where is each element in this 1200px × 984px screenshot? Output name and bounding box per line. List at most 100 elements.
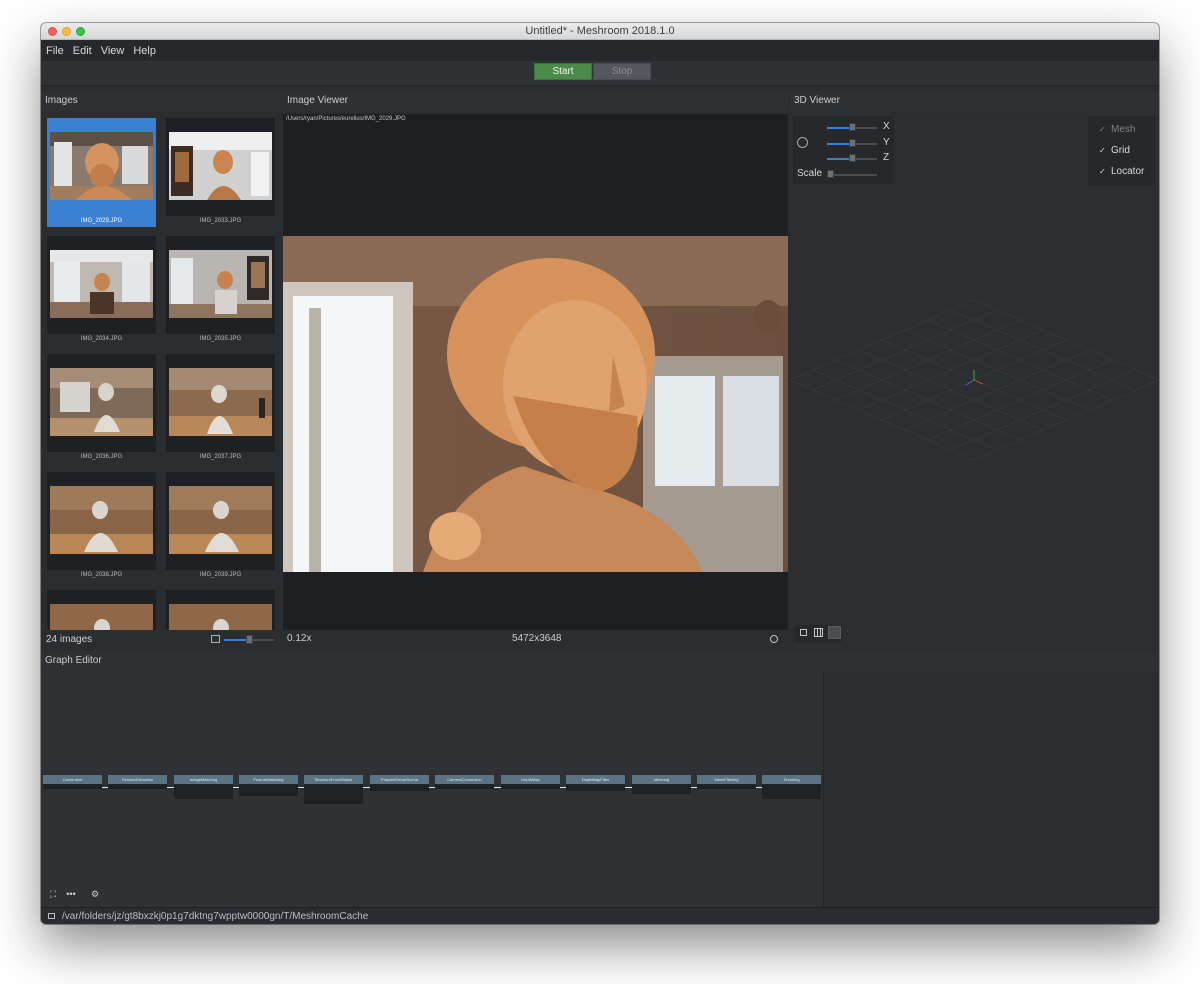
node-body	[370, 784, 429, 791]
node-body	[43, 784, 102, 789]
menu-view[interactable]: View	[101, 45, 125, 57]
image-viewer-title: Image Viewer	[283, 91, 788, 111]
thumbnail-item[interactable]: IMG_2035.JPG	[166, 236, 275, 345]
z-axis-label: Z	[883, 152, 890, 163]
locator-check-icon: ✓	[1099, 167, 1106, 176]
thumbnail-size-slider[interactable]	[224, 635, 274, 644]
y-slider-knob[interactable]	[849, 139, 856, 147]
scale-label: Scale	[797, 168, 823, 179]
thumbnail-item[interactable]: IMG_2029.JPG	[47, 118, 156, 227]
thumbnail-item[interactable]: IMG_2039.JPG	[166, 472, 275, 581]
graph-editor-title: Graph Editor	[41, 651, 1159, 671]
minimize-window-button[interactable]	[62, 27, 71, 36]
viewer-image	[283, 236, 788, 572]
app-window: Untitled* - Meshroom 2018.1.0 File Edit …	[41, 23, 1159, 924]
stop-button[interactable]: Stop	[593, 63, 651, 80]
node-title: CameraInit	[43, 775, 102, 784]
node-body	[501, 784, 560, 789]
info-icon[interactable]	[770, 635, 778, 643]
menu-edit[interactable]: Edit	[73, 45, 92, 57]
node-title: FeatureExtraction	[108, 775, 167, 784]
more-options-icon[interactable]: •••	[63, 887, 79, 901]
node-title: Texturing	[762, 775, 821, 784]
thumbnail-label: IMG_2029.JPG	[47, 216, 156, 227]
node-title: StructureFromMotion	[304, 775, 363, 784]
node-body	[566, 784, 625, 791]
node-title: PrepareDenseScene	[370, 775, 429, 784]
graph-node[interactable]: Meshing	[632, 775, 691, 794]
graph-node[interactable]: DepthMapFilter	[566, 775, 625, 791]
folder-icon[interactable]	[48, 913, 55, 919]
graph-node[interactable]: PrepareDenseScene	[370, 775, 429, 791]
wireframe-mode-icon[interactable]	[814, 628, 823, 637]
graph-node[interactable]: FeatureMatching	[239, 775, 298, 796]
graph-node[interactable]: CameraConnection	[435, 775, 494, 789]
node-title: ImageMatching	[174, 775, 233, 784]
grid-toggle[interactable]: ✓ Grid	[1088, 141, 1155, 161]
thumbnail-item[interactable]: IMG_2033.JPG	[166, 118, 275, 227]
image-viewer-canvas[interactable]: /Users/ryan/Pictures/eurelius/IMG_2029.J…	[283, 114, 788, 630]
node-body	[632, 784, 691, 794]
graph-node[interactable]: FeatureExtraction	[108, 775, 167, 789]
close-window-button[interactable]	[48, 27, 57, 36]
3d-grid	[790, 299, 1159, 461]
thumbnail-image	[50, 132, 153, 200]
thumbnail-image	[169, 486, 272, 554]
images-footer: 24 images	[41, 631, 282, 648]
z-slider-knob[interactable]	[849, 154, 856, 162]
image-viewer-panel: Image Viewer /Users/ryan/Pictures/eureli…	[283, 91, 788, 648]
thumbnail-item[interactable]: IMG_2034.JPG	[47, 236, 156, 345]
images-panel-title: Images	[41, 91, 282, 111]
thumbnail-image	[169, 368, 272, 436]
node-body	[697, 784, 756, 789]
node-title: Meshing	[632, 775, 691, 784]
locator-toggle-label: Locator	[1111, 166, 1145, 177]
graph-editor-canvas[interactable]: CameraInit FeatureExtraction ImageMatchi…	[41, 671, 823, 907]
thumbnail-label: IMG_2033.JPG	[199, 218, 242, 224]
thumbnail-label: IMG_2036.JPG	[80, 454, 123, 460]
graph-node[interactable]: MeshFiltering	[697, 775, 756, 789]
node-title: CameraConnection	[435, 775, 494, 784]
scale-slider-knob[interactable]	[827, 170, 834, 178]
gear-icon[interactable]: ⚙	[87, 887, 103, 901]
image-path: /Users/ryan/Pictures/eurelius/IMG_2029.J…	[286, 116, 406, 122]
locator-toggle[interactable]: ✓ Locator	[1088, 162, 1155, 182]
graph-node[interactable]: DepthMap	[501, 775, 560, 789]
x-slider-knob[interactable]	[849, 123, 856, 131]
menu-file[interactable]: File	[46, 45, 64, 57]
maximize-window-button[interactable]	[76, 27, 85, 36]
graph-node[interactable]: StructureFromMotion	[304, 775, 363, 804]
thumbnail-item[interactable]: IMG_2038.JPG	[47, 472, 156, 581]
menu-help[interactable]: Help	[133, 45, 156, 57]
thumbnail-label: IMG_2034.JPG	[80, 336, 123, 342]
thumbnail-image	[169, 604, 272, 630]
grid-check-icon: ✓	[1099, 146, 1106, 155]
graph-node[interactable]: ImageMatching	[174, 775, 233, 799]
mesh-toggle[interactable]: ✓ Mesh	[1088, 120, 1155, 140]
thumbnail-label: IMG_2039.JPG	[199, 572, 242, 578]
rotate-icon[interactable]	[797, 137, 808, 148]
thumbnail-item[interactable]: IMG_2036.JPG	[47, 354, 156, 463]
graph-node[interactable]: Texturing	[762, 775, 821, 799]
image-gallery[interactable]: IMG_2029.JPG IMG_2033.JPG IMG_2034.JPG I…	[47, 118, 277, 630]
3d-viewport[interactable]: X Y Z Scale ✓ Mesh ✓ Grid ✓ Locator	[790, 114, 1159, 648]
display-toggles: ✓ Mesh ✓ Grid ✓ Locator	[1088, 116, 1155, 185]
3d-viewer-title: 3D Viewer	[790, 91, 1159, 111]
graph-node[interactable]: CameraInit	[43, 775, 102, 789]
thumbnail-item[interactable]: IMG_2037.JPG	[166, 354, 275, 463]
thumbnail-image	[50, 486, 153, 554]
thumbnail-size-knob[interactable]	[246, 635, 253, 644]
thumbnail-image	[169, 132, 272, 200]
fit-view-icon[interactable]: ⛶	[45, 887, 61, 901]
thumbnail-item[interactable]	[47, 590, 156, 630]
solid-mode-icon[interactable]	[800, 629, 807, 636]
3d-viewer-panel: 3D Viewer X Y Z Scale ✓ Mesh ✓ Grid ✓ Lo…	[790, 91, 1159, 648]
scale-slider[interactable]	[827, 174, 877, 176]
start-button[interactable]: Start	[534, 63, 592, 80]
node-body	[239, 784, 298, 796]
thumbnail-label: IMG_2037.JPG	[199, 454, 242, 460]
thumbnail-item[interactable]	[166, 590, 275, 630]
menu-bar: File Edit View Help	[41, 40, 1159, 61]
textured-mode-icon[interactable]	[828, 626, 841, 639]
title-bar: Untitled* - Meshroom 2018.1.0	[41, 23, 1159, 40]
